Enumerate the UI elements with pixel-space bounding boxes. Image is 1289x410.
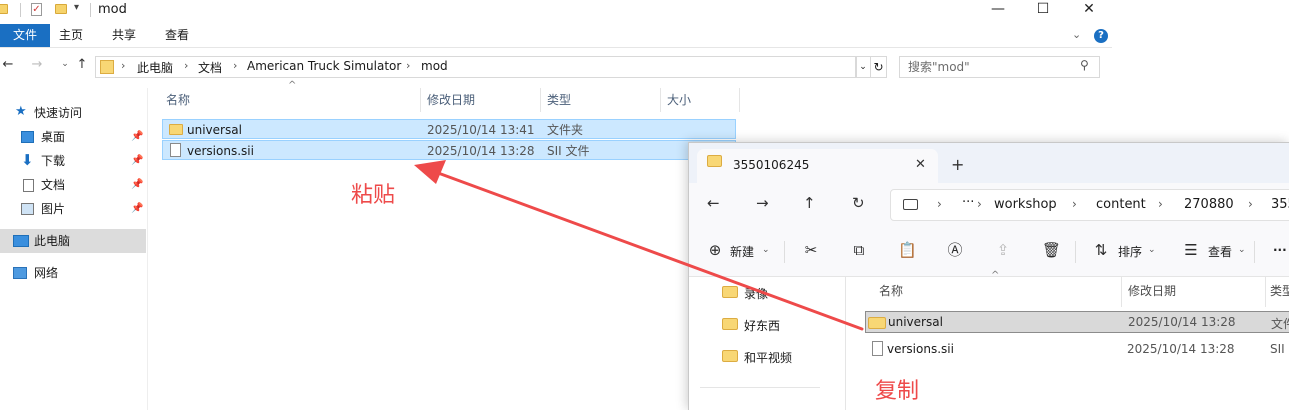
annotation-arrowhead bbox=[414, 160, 446, 184]
annotation-copy: 复制 bbox=[875, 379, 920, 404]
annotation-arrow-line bbox=[428, 168, 864, 331]
annotation-overlay bbox=[414, 160, 864, 331]
annotation-paste: 粘贴 bbox=[351, 183, 396, 208]
